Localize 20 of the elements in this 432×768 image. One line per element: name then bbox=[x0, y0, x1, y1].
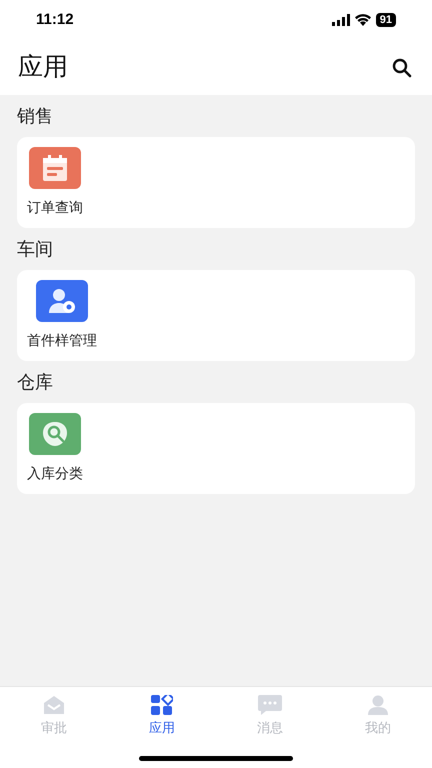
app-shortcut[interactable]: 订单查询 bbox=[27, 147, 83, 218]
section-title: 仓库 bbox=[17, 370, 53, 394]
status-time: 11:12 bbox=[36, 10, 74, 30]
signal-icon bbox=[332, 14, 350, 26]
apps-grid-icon bbox=[151, 695, 173, 715]
app-shortcut[interactable]: 入库分类 bbox=[27, 413, 83, 484]
envelope-icon bbox=[43, 695, 65, 715]
chat-bubble-icon bbox=[258, 695, 282, 715]
calendar-icon bbox=[42, 154, 68, 182]
search-icon bbox=[392, 58, 412, 78]
section-title: 车间 bbox=[17, 238, 53, 260]
search-badge-icon bbox=[41, 420, 69, 448]
user-gear-icon bbox=[47, 287, 77, 315]
battery-level: 91 bbox=[376, 13, 396, 27]
section-title: 销售 bbox=[17, 104, 53, 128]
app-shortcut[interactable]: 首件样管理 bbox=[27, 280, 97, 351]
person-icon bbox=[367, 695, 389, 715]
wifi-icon bbox=[354, 14, 371, 26]
page-title: 应用 bbox=[18, 52, 68, 83]
tab-bar-item[interactable]: 应用 bbox=[108, 695, 216, 738]
